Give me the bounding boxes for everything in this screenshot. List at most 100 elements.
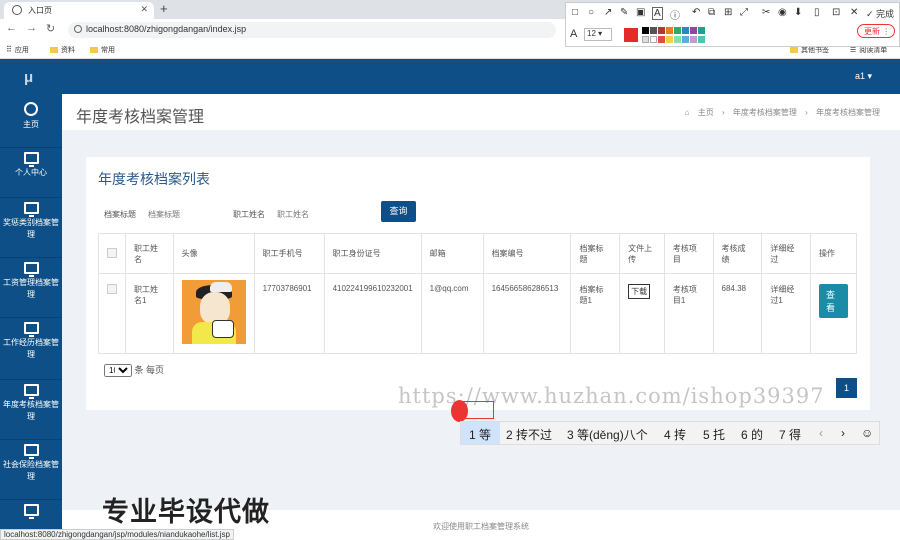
sidebar-item-home[interactable]: 主页 [0, 102, 62, 148]
sidebar-item-annual-review[interactable]: 年度考核档案管理 [0, 380, 62, 440]
select-all-checkbox[interactable] [107, 247, 117, 258]
bookmark-folder[interactable]: 资料 [50, 45, 75, 55]
sidebar-item-insurance[interactable]: 社会保险档案管理 [0, 440, 62, 500]
update-button[interactable]: 更新 ⋮ [857, 24, 895, 38]
text-tool-icon[interactable]: A [652, 7, 663, 20]
ellipse-tool-icon[interactable]: ○ [588, 7, 594, 18]
filter-name-input[interactable] [277, 208, 357, 220]
app-header: μ a1 ▾ [0, 59, 900, 94]
app-logo: μ [24, 69, 34, 86]
back-icon[interactable]: ← [6, 22, 17, 34]
breadcrumb: ⌂ 主页 › 年度考核档案管理 › 年度考核档案管理 [679, 107, 880, 118]
column-header: 职工身份证号 [323, 233, 422, 274]
folder-icon [50, 47, 58, 54]
column-header: 头像 [172, 233, 255, 274]
new-tab-icon[interactable]: + [160, 1, 168, 16]
breadcrumb-separator: › [721, 108, 725, 117]
monitor-icon [23, 152, 39, 167]
sidebar-item-work-history[interactable]: 工作经历档案管理 [0, 318, 62, 380]
url-text: localhost:8080/zhigongdangan/index.jsp [86, 24, 247, 34]
undo-icon[interactable]: ↶ [692, 7, 700, 18]
query-button[interactable]: 查询 [381, 201, 416, 222]
forward-icon[interactable]: → [26, 22, 37, 34]
tab-title: 入口页 [28, 6, 52, 15]
column-header: 考核成绩 [712, 233, 763, 274]
column-header: 档案标题 [570, 233, 621, 274]
breadcrumb-home[interactable]: 主页 [698, 108, 714, 117]
view-button[interactable]: 查看 [819, 284, 848, 318]
save-icon[interactable]: ▯ [814, 7, 820, 18]
column-header: 操作 [810, 233, 857, 274]
bookmark-folder[interactable]: 常用 [90, 45, 115, 55]
sidebar-item-more[interactable] [0, 500, 62, 530]
cell-score: 684.38 [712, 273, 763, 354]
browser-tab[interactable]: 入口页 ✕ [4, 2, 154, 19]
page-title-bar: 年度考核档案管理 ⌂ 主页 › 年度考核档案管理 › 年度考核档案管理 [62, 94, 900, 130]
list-title: 年度考核档案列表 [98, 171, 210, 187]
download-button[interactable]: 下载 [628, 284, 651, 299]
pen-tool-icon[interactable]: ✎ [620, 7, 628, 18]
ime-candidate[interactable]: 7 得 [779, 426, 801, 443]
annotation-toolbar: □ ○ ↗ ✎ ▣ A ⓘ ↶ ⧉ ⊞ ⤢ ✂ ◉ ⬇ ▯ ⊡ ✕ ✓ 完成 A… [565, 2, 900, 47]
ime-candidate[interactable]: 6 的 [741, 426, 763, 443]
apps-grid-icon: ⠿ [6, 45, 12, 54]
promo-overlay-text: 专业毕设代做 [102, 497, 270, 527]
page-size-select[interactable]: 10 [104, 364, 132, 377]
download-icon[interactable]: ⬇ [794, 7, 802, 18]
page-size-control: 10 条 每页 [104, 363, 164, 377]
status-bar-url: localhost:8080/zhigongdangan/jsp/modules… [0, 529, 234, 540]
font-size-select[interactable]: 12 ▾ [584, 28, 612, 41]
info-icon [74, 25, 82, 33]
monitor-icon [23, 262, 39, 277]
ime-candidate[interactable]: 3 等(děng)八个 [567, 426, 648, 443]
records-table: 职工姓名 头像 职工手机号 职工身份证号 邮箱 档案编号 档案标题 文件上传 考… [98, 233, 857, 354]
bookmark-apps[interactable]: ⠿ 应用 [6, 45, 29, 55]
ime-candidate[interactable]: 1 等 [469, 426, 491, 443]
resize-icon[interactable]: ⤢ [740, 7, 748, 18]
sidebar-item-profile[interactable]: 个人中心 [0, 148, 62, 198]
monitor-icon [23, 322, 39, 337]
column-header: 职工手机号 [253, 233, 325, 274]
sidebar: 主页 个人中心 奖惩类别档案管理 工资管理档案管理 工作经历档案管理 年度考核档… [0, 94, 62, 540]
number-tool-icon[interactable]: ⓘ [670, 7, 680, 22]
color-pick-icon[interactable]: ✂ [762, 7, 770, 18]
folder-icon [90, 47, 98, 54]
user-menu[interactable]: a1 ▾ [855, 71, 872, 82]
pagination-page-1[interactable]: 1 [836, 378, 857, 398]
cell-email: 1@qq.com [420, 273, 484, 354]
cell-record-title: 档案标题1 [570, 273, 621, 354]
sidebar-item-rewards[interactable]: 奖惩类别档案管理 [0, 198, 62, 258]
folder-icon [790, 47, 798, 54]
emoji-icon[interactable]: ☺ [861, 426, 873, 440]
rectangle-tool-icon[interactable]: □ [572, 7, 578, 18]
filter-title-input[interactable] [148, 208, 228, 220]
cell-record-no: 164566586286513 [482, 273, 572, 354]
ime-candidate[interactable]: 4 抟 [664, 426, 686, 443]
cancel-icon[interactable]: ✕ [850, 7, 858, 18]
prev-page-icon[interactable]: ‹ [819, 426, 823, 440]
copy-icon[interactable]: ⧉ [708, 7, 715, 18]
monitor-icon [23, 504, 39, 519]
row-checkbox[interactable] [107, 284, 117, 294]
ime-candidate[interactable]: 5 托 [703, 426, 725, 443]
breadcrumb-module[interactable]: 年度考核档案管理 [733, 108, 797, 117]
active-color-swatch[interactable] [624, 28, 638, 42]
pdf-icon[interactable]: ⊡ [832, 7, 840, 18]
sidebar-item-salary[interactable]: 工资管理档案管理 [0, 258, 62, 318]
ime-candidate[interactable]: 2 抟不过 [506, 426, 552, 443]
filter-title-label: 档案标题 [104, 210, 136, 219]
close-tab-icon[interactable]: ✕ [140, 4, 148, 15]
cell-phone: 17703786901 [253, 273, 325, 354]
monitor-icon [23, 444, 39, 459]
done-button[interactable]: ✓ 完成 [866, 7, 894, 20]
arrow-tool-icon[interactable]: ↗ [604, 7, 612, 18]
pin-icon[interactable]: ⊞ [724, 7, 732, 18]
record-icon[interactable]: ◉ [778, 7, 787, 18]
cell-detail: 详细经过1 [761, 273, 812, 354]
reload-icon[interactable]: ↻ [46, 22, 55, 35]
next-page-icon[interactable]: › [841, 426, 845, 440]
mosaic-tool-icon[interactable]: ▣ [636, 7, 645, 18]
dashboard-icon [24, 102, 38, 116]
monitor-icon [23, 384, 39, 399]
url-field[interactable]: localhost:8080/zhigongdangan/index.jsp [68, 22, 556, 38]
